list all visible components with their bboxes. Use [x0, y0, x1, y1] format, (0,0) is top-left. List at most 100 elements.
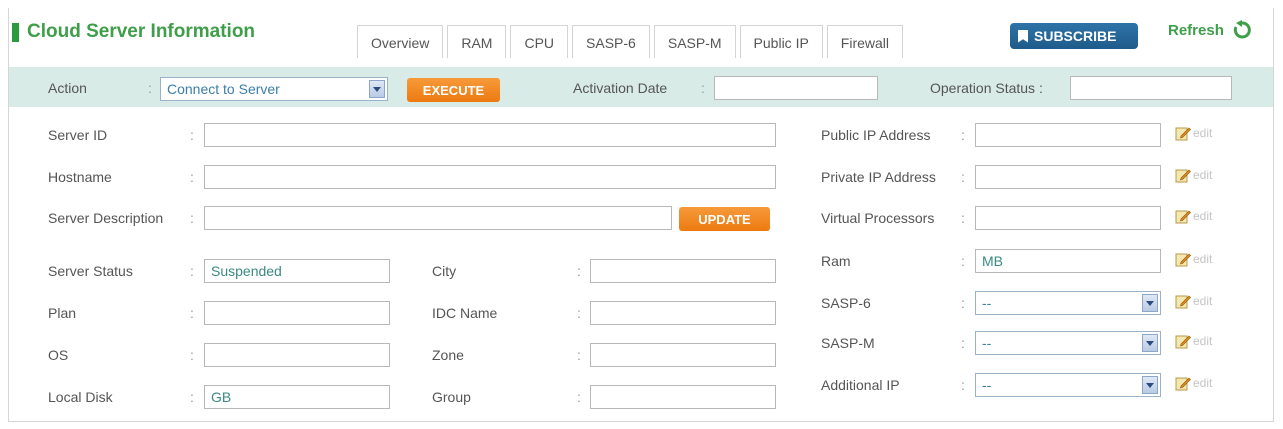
colon: : — [577, 389, 581, 405]
colon: : — [190, 210, 194, 226]
group-field[interactable] — [590, 385, 776, 409]
colon: : — [961, 295, 965, 311]
additional-ip-value: -- — [982, 377, 992, 393]
edit-label: edit — [1193, 209, 1213, 223]
private-ip-field[interactable] — [975, 165, 1161, 189]
colon: : — [961, 335, 965, 351]
server-id-field[interactable] — [204, 123, 776, 147]
colon: : — [577, 305, 581, 321]
local-disk-label: Local Disk — [48, 389, 113, 405]
virtual-processors-label: Virtual Processors — [821, 210, 935, 226]
colon: : — [190, 305, 194, 321]
edit-sasp-m-button[interactable]: edit — [1175, 333, 1212, 349]
colon: : — [577, 263, 581, 279]
server-description-field[interactable] — [204, 206, 672, 230]
colon: : — [577, 347, 581, 363]
execute-button[interactable]: EXECUTE — [407, 78, 500, 102]
city-label: City — [432, 263, 457, 279]
additional-ip-label: Additional IP — [821, 377, 900, 393]
ram-label: Ram — [821, 253, 851, 269]
pencil-icon — [1175, 335, 1191, 349]
tab-sasp-m[interactable]: SASP-M — [653, 25, 736, 58]
edit-ram-button[interactable]: edit — [1175, 251, 1212, 267]
subscribe-button[interactable]: SUBSCRIBE — [1010, 23, 1138, 49]
colon: : — [961, 377, 965, 393]
edit-public-ip-button[interactable]: edit — [1175, 125, 1212, 141]
hostname-label: Hostname — [48, 169, 112, 185]
local-disk-field[interactable]: GB — [204, 385, 390, 409]
zone-label: Zone — [432, 347, 464, 363]
edit-label: edit — [1193, 294, 1213, 308]
title-bar-icon — [12, 22, 19, 42]
colon: : — [701, 80, 705, 96]
tab-ram[interactable]: RAM — [447, 25, 507, 58]
pencil-icon — [1175, 377, 1191, 391]
pencil-icon — [1175, 253, 1191, 267]
hostname-field[interactable] — [204, 165, 776, 189]
sasp-6-value: -- — [982, 295, 992, 311]
tab-firewall[interactable]: Firewall — [826, 25, 904, 58]
colon: : — [190, 263, 194, 279]
tab-cpu[interactable]: CPU — [510, 25, 569, 58]
bookmark-icon — [1018, 29, 1028, 43]
operation-status-label: Operation Status : — [930, 80, 1043, 96]
zone-field[interactable] — [590, 343, 776, 367]
update-button[interactable]: UPDATE — [679, 207, 770, 231]
colon: : — [961, 169, 965, 185]
pencil-icon — [1175, 295, 1191, 309]
colon: : — [190, 347, 194, 363]
action-select-value: Connect to Server — [167, 81, 280, 97]
colon: : — [190, 389, 194, 405]
private-ip-label: Private IP Address — [821, 169, 936, 185]
action-label: Action — [48, 80, 87, 96]
colon: : — [148, 80, 152, 96]
edit-private-ip-button[interactable]: edit — [1175, 167, 1212, 183]
pencil-icon — [1175, 210, 1191, 224]
page-title: Cloud Server Information — [12, 21, 255, 43]
tab-public-ip[interactable]: Public IP — [739, 25, 823, 58]
sasp-m-value: -- — [982, 335, 992, 351]
server-description-label: Server Description — [48, 210, 164, 226]
plan-label: Plan — [48, 305, 77, 321]
chevron-down-icon — [369, 80, 385, 98]
sasp-6-select[interactable]: -- — [975, 291, 1161, 315]
tab-sasp-6[interactable]: SASP-6 — [572, 25, 650, 58]
public-ip-field[interactable] — [975, 123, 1161, 147]
edit-label: edit — [1193, 168, 1213, 182]
colon: : — [961, 127, 965, 143]
action-select[interactable]: Connect to Server — [160, 77, 388, 101]
chevron-down-icon — [1142, 376, 1158, 394]
refresh-icon — [1233, 20, 1251, 39]
edit-label: edit — [1193, 376, 1213, 390]
sasp-m-select[interactable]: -- — [975, 331, 1161, 355]
os-field[interactable] — [204, 343, 390, 367]
subscribe-label: SUBSCRIBE — [1034, 28, 1117, 44]
colon: : — [190, 127, 194, 143]
virtual-processors-field[interactable] — [975, 206, 1161, 230]
edit-virtual-processors-button[interactable]: edit — [1175, 208, 1212, 224]
refresh-button[interactable]: Refresh — [1168, 20, 1252, 40]
pencil-icon — [1175, 169, 1191, 183]
tab-overview[interactable]: Overview — [357, 25, 444, 58]
group-label: Group — [432, 389, 471, 405]
refresh-label: Refresh — [1168, 21, 1224, 39]
pencil-icon — [1175, 127, 1191, 141]
edit-additional-ip-button[interactable]: edit — [1175, 375, 1212, 391]
sasp-6-label: SASP-6 — [821, 295, 871, 311]
idc-name-field[interactable] — [590, 301, 776, 325]
city-field[interactable] — [590, 259, 776, 283]
edit-label: edit — [1193, 252, 1213, 266]
plan-field[interactable] — [204, 301, 390, 325]
edit-sasp-6-button[interactable]: edit — [1175, 293, 1212, 309]
colon: : — [190, 169, 194, 185]
operation-status-field[interactable] — [1070, 76, 1232, 100]
chevron-down-icon — [1142, 294, 1158, 312]
ram-field[interactable]: MB — [975, 249, 1161, 273]
additional-ip-select[interactable]: -- — [975, 373, 1161, 397]
page-title-text: Cloud Server Information — [27, 21, 256, 42]
server-status-field[interactable]: Suspended — [204, 259, 390, 283]
public-ip-label: Public IP Address — [821, 127, 931, 143]
activation-date-label: Activation Date — [573, 80, 668, 96]
server-status-label: Server Status — [48, 263, 133, 279]
activation-date-field[interactable] — [714, 76, 878, 100]
